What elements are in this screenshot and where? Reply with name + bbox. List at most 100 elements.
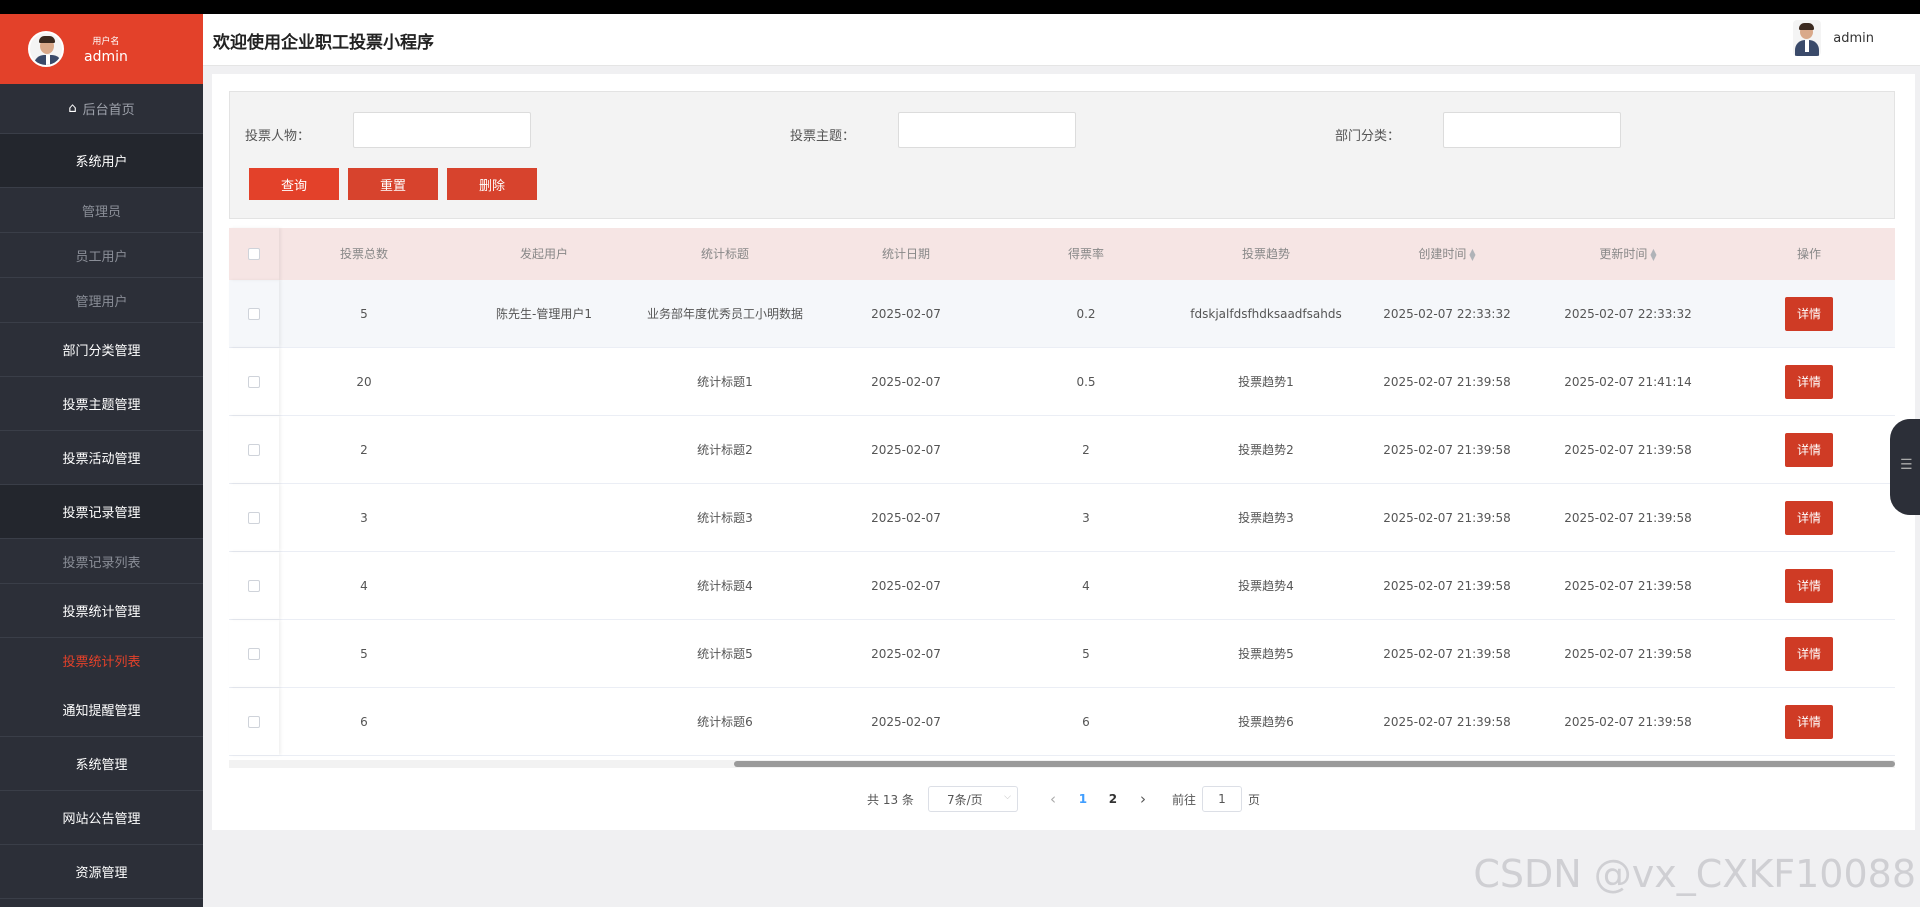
sidebar-item-11[interactable]: 通知提醒管理 — [0, 683, 203, 737]
data-table: 投票总数 发起用户 统计标题 统计日期 得票率 投票趋势 创建时间 ▲ ▼ 更新时间… — [229, 228, 1895, 756]
row-checkbox[interactable] — [248, 579, 260, 592]
detail-button[interactable]: 详情 — [1785, 704, 1833, 739]
reset-button[interactable]: 重置 — [348, 168, 438, 200]
table-row: 6 统计标题6 2025-02-07 6 投票趋势6 2025-02-07 21:39:5… — [229, 688, 1895, 756]
header-user-menu[interactable]: admin — [1793, 20, 1874, 56]
cell-date: 2025-02-07 — [871, 442, 941, 457]
page-number-2[interactable]: 2 — [1098, 792, 1128, 806]
cell-updated: 2025-02-07 21:39:58 — [1564, 646, 1692, 661]
pager-total: 共 13 条 — [867, 792, 914, 807]
row-checkbox[interactable] — [248, 443, 260, 456]
row-checkbox[interactable] — [248, 375, 260, 388]
detail-button[interactable]: 详情 — [1785, 432, 1833, 467]
detail-button[interactable]: 详情 — [1785, 296, 1833, 331]
delete-button[interactable]: 删除 — [447, 168, 537, 200]
action-cell: 详情 — [1723, 364, 1895, 399]
detail-button[interactable]: 详情 — [1785, 636, 1833, 671]
dept-input[interactable] — [1443, 112, 1621, 148]
sidebar-item-10[interactable]: 投票统计列表 — [0, 638, 203, 683]
detail-button[interactable]: 详情 — [1785, 364, 1833, 399]
cell-trend: 投票趋势3 — [1238, 510, 1294, 525]
row-checkbox[interactable] — [248, 511, 260, 524]
cell-rate: 6 — [1082, 714, 1090, 729]
cell-updated: 2025-02-07 22:33:32 — [1564, 306, 1692, 321]
col-header-user: 发起用户 — [519, 247, 568, 261]
cell-rate: 0.5 — [1076, 374, 1096, 389]
table-row: 5 统计标题5 2025-02-07 5 投票趋势5 2025-02-07 21:39:5… — [229, 620, 1895, 688]
cell-trend: fdskjalfdsfhdksaadfsahds — [1190, 306, 1342, 321]
table-row: 4 统计标题4 2025-02-07 4 投票趋势4 2025-02-07 21:39:5… — [229, 552, 1895, 620]
sidebar-item-label: 投票统计管理 — [62, 605, 141, 620]
next-page-button[interactable]: › — [1128, 790, 1158, 808]
cell-created: 2025-02-07 21:39:58 — [1383, 442, 1511, 457]
goto-page-input[interactable]: 1 — [1201, 786, 1242, 812]
row-select-cell — [229, 688, 279, 755]
detail-button[interactable]: 详情 — [1785, 568, 1833, 603]
sidebar-item-home[interactable]: ⌂ 后台首页 — [0, 84, 203, 134]
cell-created: 2025-02-07 21:39:58 — [1383, 374, 1511, 389]
cell-title: 统计标题3 — [697, 510, 753, 525]
sidebar-item-4[interactable]: 部门分类管理 — [0, 323, 203, 377]
sidebar-item-label: 后台首页 — [82, 103, 135, 118]
sidebar-item-13[interactable]: 网站公告管理 — [0, 791, 203, 845]
sidebar-item-5[interactable]: 投票主题管理 — [0, 377, 203, 431]
sidebar-item-3[interactable]: 管理用户 — [0, 278, 203, 323]
sidebar-item-7[interactable]: 投票记录管理 — [0, 485, 203, 539]
prev-page-button[interactable]: ‹ — [1038, 790, 1068, 808]
cell-total: 5 — [360, 646, 368, 661]
cell-date: 2025-02-07 — [871, 510, 941, 525]
sidebar-item-label: 通知提醒管理 — [62, 704, 141, 719]
sidebar-item-8[interactable]: 投票记录列表 — [0, 539, 203, 584]
user-name: admin — [84, 48, 128, 65]
page-size-value: 7条/页 — [946, 792, 983, 807]
sort-icon[interactable]: ▲ ▼ — [1650, 247, 1656, 261]
sidebar-item-label: 员工用户 — [75, 249, 128, 265]
cell-rate: 5 — [1082, 646, 1090, 661]
page-number-1[interactable]: 1 — [1068, 792, 1098, 806]
horizontal-scrollbar[interactable] — [229, 760, 1895, 768]
row-checkbox[interactable] — [248, 647, 260, 660]
page-size-select[interactable]: 7条/页 ⌵ — [927, 786, 1018, 812]
sidebar-item-12[interactable]: 系统管理 — [0, 737, 203, 791]
cell-trend: 投票趋势6 — [1238, 714, 1294, 729]
row-checkbox[interactable] — [248, 307, 260, 320]
query-button[interactable]: 查询 — [249, 168, 339, 200]
top-edge-bar — [0, 0, 1920, 14]
col-header-created[interactable]: 创建时间 ▲ ▼ — [1361, 245, 1533, 263]
col-header-updated[interactable]: 更新时间 ▲ ▼ — [1533, 245, 1723, 263]
cell-rate: 2 — [1082, 442, 1090, 457]
header-username: admin — [1833, 30, 1874, 46]
sidebar-item-1[interactable]: 管理员 — [0, 188, 203, 233]
search-panel: 投票人物： 投票主题： 部门分类： 查询 重置 删除 — [229, 91, 1895, 219]
cell-total: 5 — [360, 306, 368, 321]
pagination: 共 13 条 7条/页 ⌵ ‹ 1 2 › 前往 1 页 — [212, 786, 1915, 812]
sidebar-item-label: 系统用户 — [75, 155, 128, 170]
cell-rate: 3 — [1082, 510, 1090, 525]
floating-side-tab[interactable]: ☰ — [1890, 419, 1920, 515]
detail-button[interactable]: 详情 — [1785, 500, 1833, 535]
cell-date: 2025-02-07 — [871, 374, 941, 389]
cell-rate: 0.2 — [1076, 306, 1096, 321]
row-select-cell — [229, 552, 279, 619]
sort-icon[interactable]: ▲ ▼ — [1469, 247, 1475, 261]
cell-title: 统计标题1 — [697, 374, 753, 389]
home-icon: ⌂ — [68, 101, 77, 116]
row-checkbox[interactable] — [248, 715, 260, 728]
select-all-checkbox[interactable] — [248, 248, 260, 260]
cell-created: 2025-02-07 21:39:58 — [1383, 714, 1511, 729]
select-all-cell — [229, 228, 279, 280]
sidebar-item-6[interactable]: 投票活动管理 — [0, 431, 203, 485]
row-select-cell — [229, 620, 279, 687]
topic-input[interactable] — [898, 112, 1076, 148]
sidebar-item-label: 资源管理 — [75, 866, 128, 881]
person-input[interactable] — [353, 112, 531, 148]
cell-updated: 2025-02-07 21:41:14 — [1564, 374, 1692, 389]
cell-total: 4 — [360, 578, 368, 593]
sidebar-user-panel: 用户名 admin — [0, 14, 203, 84]
cell-created: 2025-02-07 21:39:58 — [1383, 578, 1511, 593]
scrollbar-thumb[interactable] — [734, 761, 1895, 767]
sidebar-item-0[interactable]: 系统用户 — [0, 134, 203, 188]
sidebar-item-2[interactable]: 员工用户 — [0, 233, 203, 278]
sidebar-item-14[interactable]: 资源管理 — [0, 845, 203, 899]
sidebar-item-9[interactable]: 投票统计管理 — [0, 584, 203, 638]
